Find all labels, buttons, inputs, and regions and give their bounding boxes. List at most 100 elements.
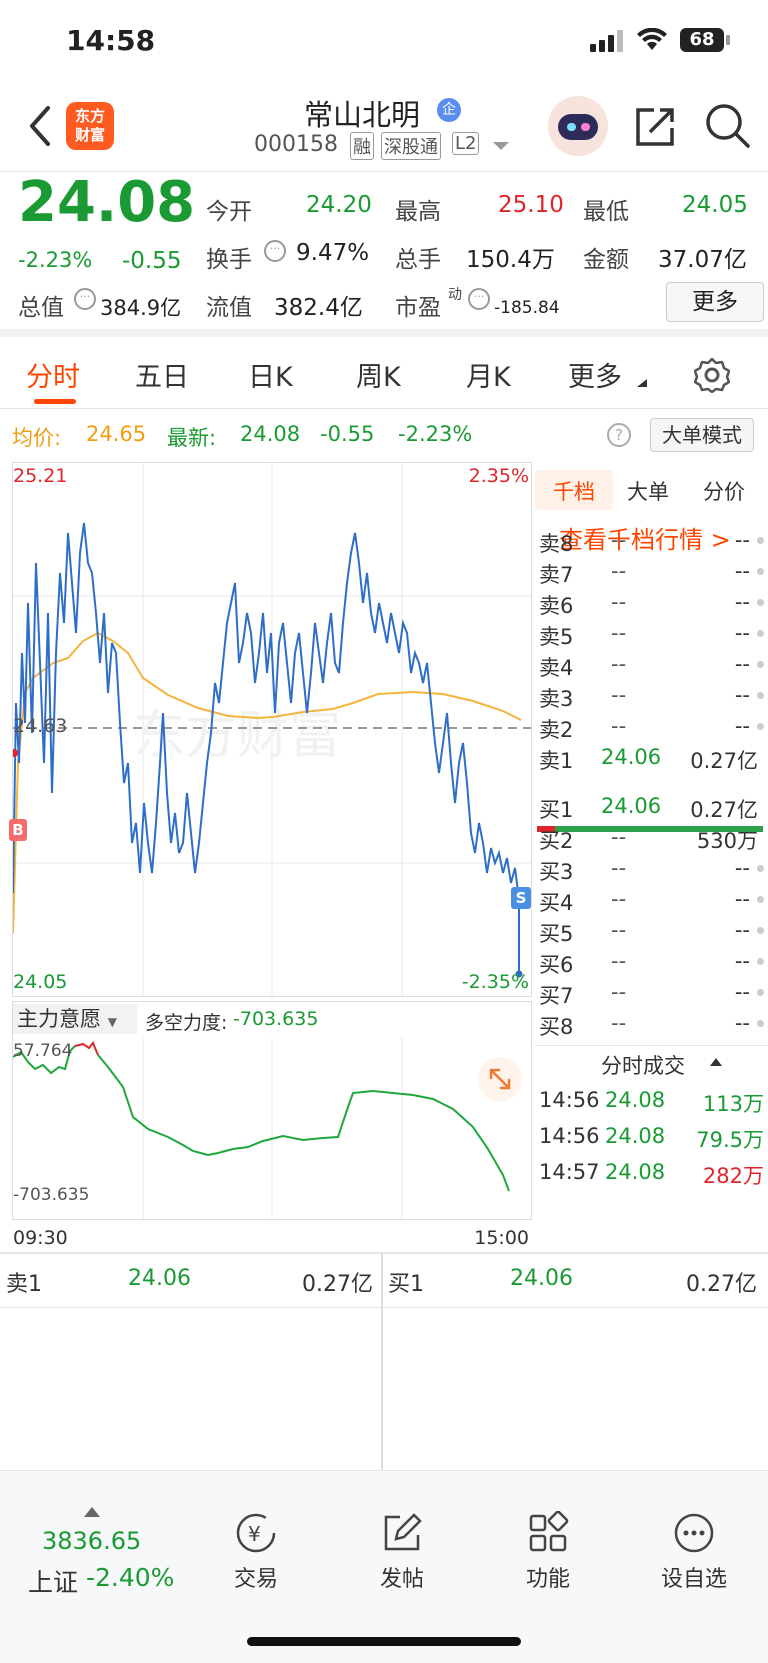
bid-row: 买7 -- -- [535, 978, 768, 1011]
add-watchlist-button[interactable]: 设自选 [639, 1511, 749, 1593]
help-icon[interactable]: ? [607, 423, 631, 447]
index-value[interactable]: 3836.65 [42, 1527, 141, 1555]
indicator-dropdown[interactable]: 主力意愿 ▼ [13, 1004, 137, 1034]
latest-label: 最新: [167, 426, 217, 450]
open-label: 今开 [206, 199, 252, 225]
trade-button[interactable]: ¥ 交易 [201, 1511, 311, 1593]
index-name[interactable]: 上证 [28, 1563, 78, 1599]
bid-price: -- [611, 918, 627, 942]
ask-price: -- [611, 683, 627, 707]
settings-icon[interactable] [694, 357, 730, 393]
bid-level: 买7 [539, 984, 574, 1008]
pe-dynamic-sup: 动 [448, 287, 462, 303]
bid-price: -- [611, 1011, 627, 1035]
level2-tag: L2 [452, 132, 480, 155]
indicator-chart[interactable]: 主力意愿 ▼ 多空力度: -703.635 57.764 -703.635 09… [12, 1001, 532, 1249]
ask-level: 卖7 [539, 563, 574, 587]
tab-intraday[interactable]: 分时 [26, 355, 80, 394]
turnover-label: 换手 [206, 247, 252, 273]
tab-more[interactable]: 更多 [568, 355, 622, 394]
tab-weekly-k[interactable]: 周K [356, 355, 401, 394]
low-value: 24.05 [682, 192, 748, 218]
ask-level: 卖6 [539, 594, 574, 618]
price-dot [13, 749, 18, 757]
ask-level: 卖3 [539, 687, 574, 711]
ask-row: 卖3 -- -- [535, 681, 768, 714]
tick-price: 24.08 [605, 1124, 666, 1148]
tick-time: 14:57 [539, 1160, 600, 1184]
bid-row: 买4 -- -- [535, 885, 768, 918]
stock-code: 000158 [254, 132, 338, 157]
tab-price-distribution[interactable]: 分价 [703, 476, 745, 506]
ask-level: 卖4 [539, 656, 574, 680]
ask-price: 24.06 [601, 745, 662, 769]
pct-max-label: 2.35% [468, 465, 529, 487]
buy-marker[interactable]: B [9, 819, 27, 841]
level-dot [757, 661, 764, 668]
level-dot [757, 630, 764, 637]
best-quote-bar: 卖1 24.06 0.27亿 买1 24.06 0.27亿 [0, 1252, 768, 1474]
svg-text:¥: ¥ [248, 1522, 261, 1546]
function-button[interactable]: 功能 [493, 1511, 603, 1593]
back-icon[interactable] [26, 104, 52, 148]
expand-icon[interactable] [478, 1057, 522, 1101]
ask-volume: -- [734, 714, 750, 738]
level-dot [757, 927, 764, 934]
tab-daily-k[interactable]: 日K [248, 355, 293, 394]
caret-up-icon [710, 1058, 722, 1066]
tick-row: 14:56 24.08 113万 [535, 1086, 768, 1119]
trade-label: 交易 [233, 1567, 278, 1592]
bid-row: 买1 24.06 0.27亿 [535, 792, 768, 825]
latest-change: -0.55 [320, 422, 375, 446]
battery-icon: 68 [680, 28, 724, 52]
strength-label: 多空力度: [145, 1012, 228, 1034]
tick-volume: 113万 [702, 1092, 764, 1116]
info-icon[interactable]: ··· [74, 288, 96, 310]
share-icon[interactable] [632, 104, 678, 150]
bid-row: 买5 -- -- [535, 916, 768, 949]
high-value: 25.10 [498, 192, 564, 218]
open-value: 24.20 [306, 192, 372, 218]
home-indicator [247, 1637, 521, 1646]
sell-marker[interactable]: S [511, 887, 531, 909]
big-order-mode-button[interactable]: 大单模式 [650, 418, 754, 452]
buy1-price: 24.06 [510, 1266, 573, 1291]
tab-monthly-k[interactable]: 月K [466, 355, 511, 394]
search-icon[interactable] [704, 102, 752, 150]
assistant-avatar[interactable] [548, 96, 608, 156]
tab-depth[interactable]: 千档 [553, 476, 595, 506]
indicator-header: 主力意愿 ▼ 多空力度: -703.635 [12, 1001, 532, 1037]
level-dot [757, 865, 764, 872]
volume-value: 150.4万 [466, 247, 555, 273]
ask-row: 卖5 -- -- [535, 619, 768, 652]
level-dot [757, 896, 764, 903]
bid-level: 买3 [539, 860, 574, 884]
ask-price: -- [611, 714, 627, 738]
ticks-title[interactable]: 分时成交 [601, 1050, 685, 1080]
info-icon[interactable]: ··· [468, 288, 490, 310]
more-button[interactable]: 更多 [666, 282, 764, 322]
bid-volume: -- [734, 856, 750, 880]
ask-volume: -- [734, 590, 750, 614]
divider [535, 1045, 768, 1046]
period-tabs: 分时 五日 日K 周K 月K 更多 [0, 337, 768, 409]
ask-price: -- [611, 590, 627, 614]
indicator-line-green [97, 1054, 510, 1192]
ask-row: 卖4 -- -- [535, 650, 768, 683]
tab-big-orders[interactable]: 大单 [627, 476, 669, 506]
indicator-bottom-label: -703.635 [13, 1185, 90, 1205]
turnover-value: 9.47% [296, 240, 370, 266]
y-max-label: 25.21 [13, 465, 68, 487]
index-pct[interactable]: -2.40% [86, 1563, 174, 1592]
tab-five-day[interactable]: 五日 [135, 355, 189, 394]
info-icon[interactable]: ··· [264, 240, 286, 262]
post-button[interactable]: 发帖 [347, 1511, 457, 1593]
caret-down-icon[interactable] [493, 142, 509, 152]
intraday-chart[interactable]: 东方财富 25.21 2.35% 24.63 24.05 -2.35% B S [9, 462, 532, 997]
stock-name[interactable]: 常山北明 [304, 92, 420, 134]
sell1-price: 24.06 [128, 1266, 191, 1291]
high-label: 最高 [395, 199, 441, 225]
apps-icon [529, 1511, 569, 1552]
bid-row: 买3 -- -- [535, 854, 768, 887]
ref-price-label: 24.63 [13, 715, 68, 737]
